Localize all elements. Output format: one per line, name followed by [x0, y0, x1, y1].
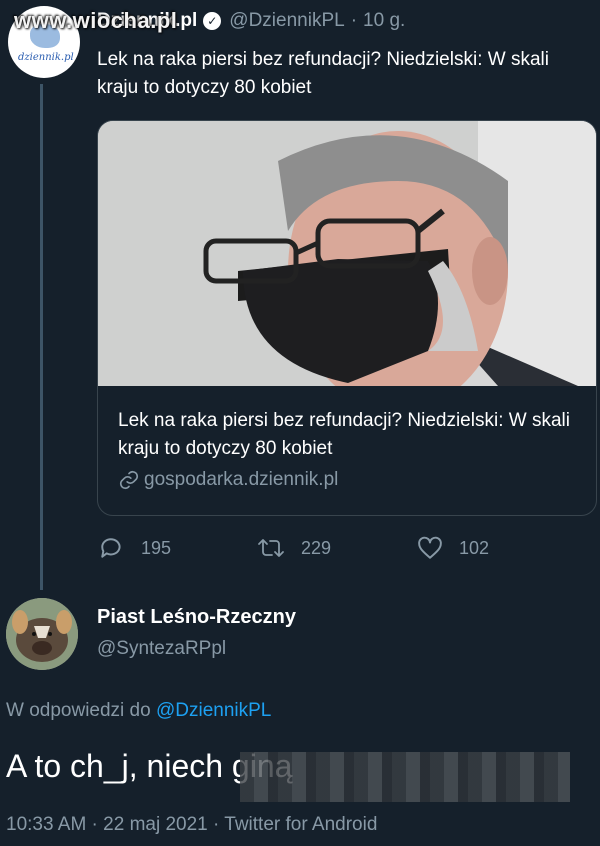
dziennik-logo-text: dziennik.pl	[18, 52, 74, 63]
separator-dot: ·	[350, 10, 358, 31]
piast-avatar[interactable]	[6, 598, 78, 670]
link-card[interactable]: Lek na raka piersi bez refundacji? Niedz…	[97, 120, 597, 516]
watermark: www.wiocha.pl	[14, 8, 178, 33]
card-domain-text: gospodarka.dziennik.pl	[144, 469, 339, 490]
tweet-time[interactable]: 10 g.	[363, 10, 405, 32]
retweet-icon	[258, 539, 284, 557]
card-domain[interactable]: gospodarka.dziennik.pl	[118, 469, 338, 491]
reply-icon	[101, 538, 121, 558]
retweet-count: 229	[301, 537, 332, 558]
man-with-mask-photo	[98, 121, 596, 386]
reply-metadata: 10:33 AM · 22 maj 2021 · Twitter for And…	[6, 814, 378, 835]
like-count: 102	[459, 537, 490, 558]
reply-to-line: W odpowiedzi do @DziennikPL	[6, 700, 271, 722]
tweet-text: Lek na raka piersi bez refundacji? Niedz…	[97, 49, 549, 98]
like-action[interactable]: 102	[417, 535, 489, 561]
retweet-action[interactable]: 229	[257, 535, 331, 561]
card-title[interactable]: Lek na raka piersi bez refundacji? Niedz…	[118, 407, 583, 463]
author-handle[interactable]: @DziennikPL	[229, 10, 344, 32]
reply-to-label: W odpowiedzi do	[6, 700, 151, 721]
heart-icon	[418, 536, 442, 559]
tweet-actions: 195 229 102	[97, 535, 517, 565]
link-icon	[119, 470, 139, 490]
reply-author-handle[interactable]: @SyntezaRPpl	[97, 638, 226, 660]
reply-to-mention[interactable]: @DziennikPL	[156, 700, 271, 721]
reply-action[interactable]: 195	[99, 535, 171, 561]
censored-area	[240, 752, 570, 802]
reply-author-name[interactable]: Piast Leśno-Rzeczny	[97, 606, 296, 629]
boar-avatar-image	[6, 598, 78, 670]
reply-count: 195	[141, 537, 172, 558]
thread-line	[40, 84, 43, 590]
verified-badge-icon: ✓	[203, 12, 222, 30]
card-image	[98, 121, 596, 386]
